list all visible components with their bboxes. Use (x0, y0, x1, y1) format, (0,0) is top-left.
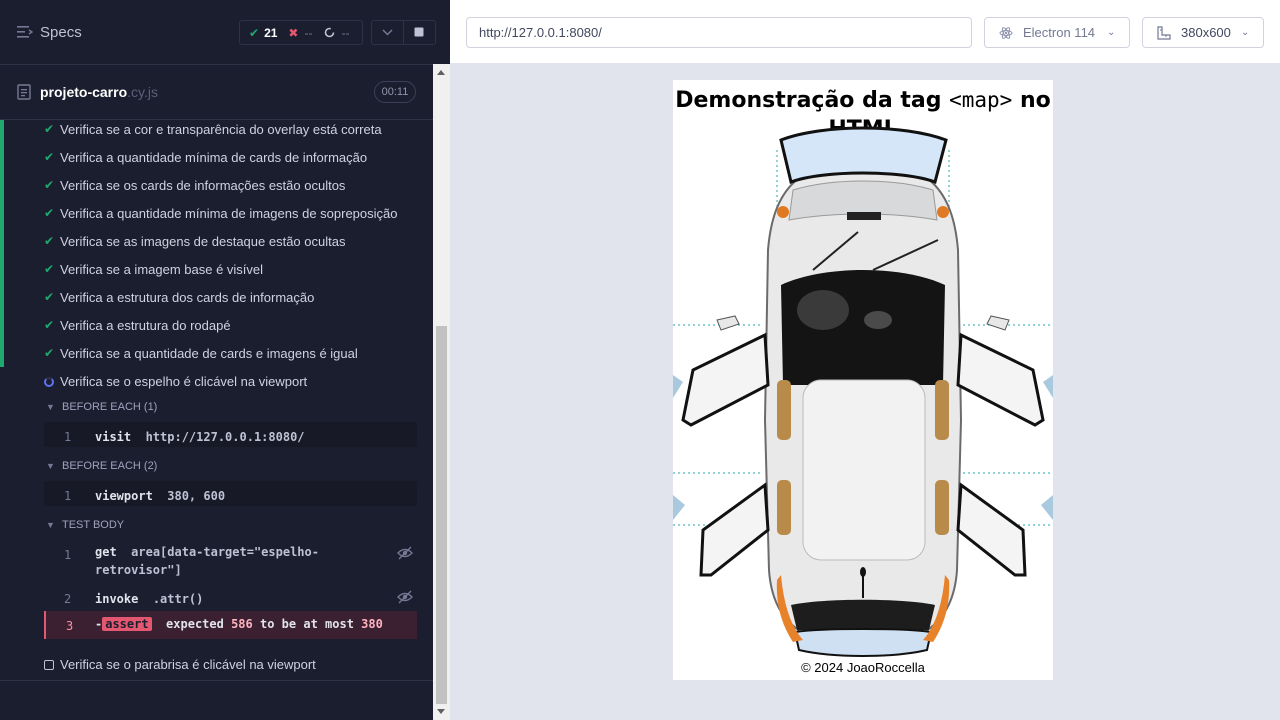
stop-button[interactable] (403, 20, 436, 45)
aut-header: http://127.0.0.1:8080/ Electron 114 ⌄ 38… (450, 0, 1280, 64)
caret-down-icon: ▼ (46, 461, 55, 471)
pending-checkbox-icon (44, 660, 54, 670)
pending-circle-icon (325, 27, 335, 38)
check-icon: ✔ (44, 290, 55, 304)
test-item[interactable]: ✔ Verifica se a quantidade de cards e ima… (0, 340, 433, 368)
eye-slash-icon[interactable] (397, 546, 413, 560)
command-viewport[interactable]: 1 viewport 380, 600 (44, 481, 417, 506)
test-item[interactable]: ✔ Verifica se a imagem base é visível (0, 256, 433, 284)
scroll-up-arrow-icon[interactable] (437, 70, 445, 75)
spec-file-name[interactable]: projeto-carro.cy.js (40, 84, 158, 100)
test-stats: ✔ 21 ✖ -- -- (239, 20, 363, 45)
aut-iframe[interactable]: Demonstração da tag <map> no HTML (673, 80, 1053, 680)
specs-title[interactable]: Specs (40, 24, 82, 41)
test-item[interactable]: ✔ Verifica a quantidade mínima de imagens… (0, 200, 433, 228)
eye-slash-icon[interactable] (397, 590, 413, 604)
check-icon: ✔ (44, 262, 55, 276)
test-list: ✔ Verifica se a cor e transparência do ov… (0, 120, 433, 680)
command-get[interactable]: 1 get area[data-target="espelho-retrovis… (44, 540, 417, 582)
test-item-pending[interactable]: Verifica se o parabrisa é clicável na vi… (0, 651, 433, 679)
url-bar[interactable]: http://127.0.0.1:8080/ (466, 17, 972, 48)
passed-check-icon: ✔ (249, 25, 260, 40)
mirror-left[interactable] (716, 315, 740, 331)
viewport-selector[interactable]: 380x600 ⌄ (1142, 17, 1264, 48)
command-visit[interactable]: 1 visit http://127.0.0.1:8080/ (44, 422, 417, 447)
check-icon: ✔ (44, 122, 55, 136)
command-invoke[interactable]: 2 invoke .attr() (44, 584, 417, 610)
assert-badge: assert (102, 617, 152, 631)
test-item[interactable]: ✔ Verifica se os cards de informações est… (0, 172, 433, 200)
test-item[interactable]: ✔ Verifica se as imagens de destaque estã… (0, 228, 433, 256)
specs-list-icon[interactable] (17, 25, 33, 39)
running-spinner-icon (44, 377, 54, 387)
failed-x-icon: ✖ (288, 25, 299, 40)
test-item-running[interactable]: Verifica se o espelho é clicável na view… (0, 368, 433, 396)
windshield[interactable] (779, 126, 948, 185)
rear-window[interactable] (793, 628, 933, 657)
hook-before-each-1[interactable]: ▼ BEFORE EACH (1) (46, 401, 157, 413)
caret-down-icon: ▼ (46, 402, 55, 412)
reporter-scrollbar[interactable] (433, 64, 450, 720)
page-footer: © 2024 JoaoRoccella (801, 660, 925, 675)
car-image-map[interactable] (673, 120, 1053, 660)
viewport-ruler-icon (1157, 26, 1171, 40)
chevron-down-icon: ⌄ (1107, 27, 1116, 38)
roof[interactable] (802, 379, 926, 561)
failed-count: -- (304, 25, 313, 40)
test-item[interactable]: ✔ Verifica a estrutura do rodapé (0, 312, 433, 340)
pending-count: -- (341, 25, 350, 40)
check-icon: ✔ (44, 178, 55, 192)
specs-header: Specs ✔ 21 ✖ -- -- (0, 0, 436, 65)
chevron-down-icon: ⌄ (1241, 27, 1250, 38)
caret-down-icon: ▼ (46, 520, 55, 530)
cabin-interior (781, 270, 945, 385)
hook-test-body[interactable]: ▼ TEST BODY (46, 519, 124, 531)
chevron-down-icon (382, 29, 393, 36)
spec-duration-badge: 00:11 (374, 81, 416, 103)
electron-icon (999, 27, 1013, 39)
scroll-down-arrow-icon[interactable] (437, 709, 445, 714)
spec-file-header: projeto-carro.cy.js 00:11 (0, 66, 433, 120)
mirror-right[interactable] (986, 315, 1010, 331)
check-icon: ✔ (44, 150, 55, 164)
check-icon: ✔ (44, 318, 55, 332)
toggle-auto-scroll-button[interactable] (371, 20, 404, 45)
browser-selector[interactable]: Electron 114 ⌄ (984, 17, 1130, 48)
document-icon (17, 84, 31, 100)
passed-count: 21 (264, 25, 278, 40)
test-item[interactable]: ✔ Verifica a estrutura dos cards de infor… (0, 284, 433, 312)
door-front-left[interactable] (681, 332, 770, 427)
scrollbar-thumb[interactable] (436, 326, 447, 704)
door-front-right[interactable] (956, 332, 1045, 427)
test-item[interactable]: ✔ Verifica se a cor e transparência do ov… (0, 120, 433, 144)
door-rear-left[interactable] (699, 482, 770, 577)
viewport-label: 380x600 (1181, 25, 1231, 40)
door-rear-right[interactable] (956, 482, 1027, 577)
test-item[interactable]: ✔ Verifica a quantidade mínima de cards d… (0, 144, 433, 172)
reporter-footer (0, 680, 433, 720)
hook-before-each-2[interactable]: ▼ BEFORE EACH (2) (46, 460, 157, 472)
check-icon: ✔ (44, 346, 55, 360)
check-icon: ✔ (44, 206, 55, 220)
check-icon: ✔ (44, 234, 55, 248)
command-assert-failed[interactable]: 3 - assert expected 586 to be at most 380 (44, 611, 417, 639)
browser-label: Electron 114 (1023, 25, 1096, 40)
stop-icon (414, 27, 424, 37)
reporter-panel: Specs ✔ 21 ✖ -- -- projeto-carro.cy.js 0… (0, 0, 450, 720)
